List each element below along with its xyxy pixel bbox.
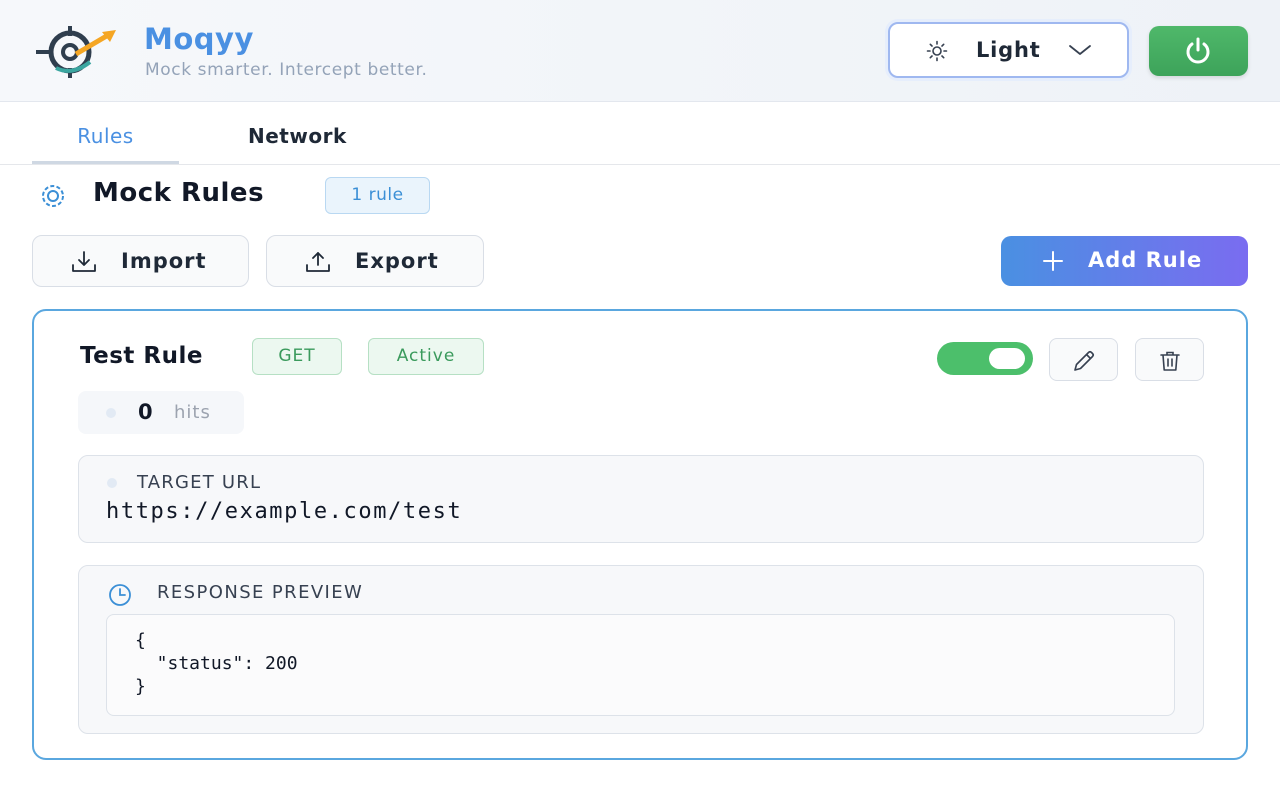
rule-name: Test Rule [80, 343, 203, 369]
target-url-dot-icon [107, 478, 117, 488]
add-rule-label: Add Rule [1088, 248, 1203, 272]
delete-rule-button[interactable] [1135, 338, 1204, 381]
target-url-panel: TARGET URL https://example.com/test [78, 455, 1204, 543]
pencil-icon [1074, 350, 1095, 371]
edit-rule-button[interactable] [1049, 338, 1118, 381]
toggle-knob [989, 348, 1025, 369]
tab-network[interactable]: Network [248, 124, 347, 148]
clock-icon [109, 584, 131, 606]
target-url-label: TARGET URL [137, 472, 262, 493]
hits-dot-icon [106, 408, 116, 418]
import-label: Import [121, 249, 207, 273]
brand-title: Moqyy [144, 22, 254, 56]
gear-icon [42, 185, 64, 207]
power-icon [1186, 37, 1210, 64]
rule-count-badge: 1 rule [325, 177, 430, 214]
tab-bar: Rules Network [0, 102, 1280, 165]
trash-icon [1160, 351, 1180, 371]
logo-icon [36, 26, 116, 78]
rule-enabled-toggle[interactable] [937, 342, 1033, 375]
response-preview-label: RESPONSE PREVIEW [157, 582, 364, 603]
import-button[interactable]: Import [32, 235, 249, 287]
tab-rules[interactable]: Rules [32, 124, 179, 164]
brand-subtitle: Mock smarter. Intercept better. [145, 60, 428, 80]
upload-icon [306, 252, 330, 272]
sun-icon [926, 40, 948, 62]
rule-card: Test Rule GET Active 0 hits TARGET URL h… [32, 309, 1248, 760]
theme-select[interactable]: Light [888, 22, 1129, 78]
chevron-down-icon [1069, 45, 1091, 55]
status-badge: Active [368, 338, 484, 375]
app-header: Moqyy Mock smarter. Intercept better. Li… [0, 0, 1280, 102]
export-button[interactable]: Export [266, 235, 484, 287]
plus-icon [1043, 251, 1063, 271]
export-label: Export [355, 249, 439, 273]
download-icon [72, 251, 96, 272]
theme-select-value: Light [976, 38, 1041, 62]
hits-count: 0 [138, 400, 153, 424]
target-url-value: https://example.com/test [106, 499, 463, 524]
method-badge: GET [252, 338, 342, 375]
response-preview-panel: RESPONSE PREVIEW { "status": 200 } [78, 565, 1204, 734]
page-title: Mock Rules [93, 178, 265, 208]
response-preview-code: { "status": 200 } [106, 614, 1175, 716]
add-rule-button[interactable]: Add Rule [1001, 236, 1248, 286]
power-button[interactable] [1149, 26, 1248, 76]
hits-label: hits [174, 402, 211, 423]
hits-counter: 0 hits [78, 391, 244, 434]
